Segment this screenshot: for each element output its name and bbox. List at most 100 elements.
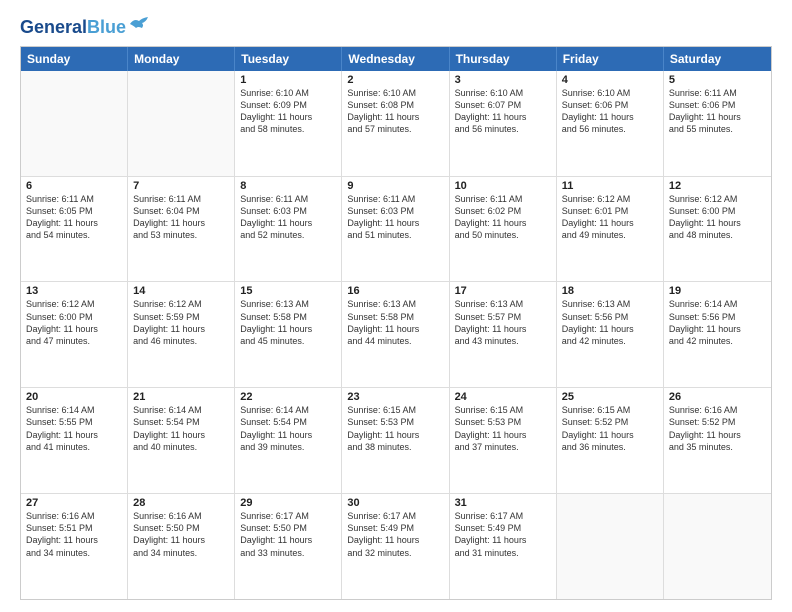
- cell-content: Sunrise: 6:16 AMSunset: 5:50 PMDaylight:…: [133, 510, 229, 559]
- day-number: 25: [562, 391, 658, 403]
- calendar: SundayMondayTuesdayWednesdayThursdayFrid…: [20, 46, 772, 600]
- cell-content: Sunrise: 6:15 AMSunset: 5:53 PMDaylight:…: [455, 404, 551, 453]
- day-number: 29: [240, 497, 336, 509]
- calendar-cell: 19Sunrise: 6:14 AMSunset: 5:56 PMDayligh…: [664, 282, 771, 387]
- calendar-cell: 29Sunrise: 6:17 AMSunset: 5:50 PMDayligh…: [235, 494, 342, 599]
- calendar-cell: 23Sunrise: 6:15 AMSunset: 5:53 PMDayligh…: [342, 388, 449, 493]
- calendar-cell: 11Sunrise: 6:12 AMSunset: 6:01 PMDayligh…: [557, 177, 664, 282]
- day-number: 7: [133, 180, 229, 192]
- page: GeneralBlue SundayMondayTuesdayWednesday…: [0, 0, 792, 612]
- day-number: 12: [669, 180, 766, 192]
- logo-bird-icon: [128, 16, 150, 32]
- calendar-cell: [664, 494, 771, 599]
- cell-content: Sunrise: 6:10 AMSunset: 6:09 PMDaylight:…: [240, 87, 336, 136]
- header-day-sunday: Sunday: [21, 47, 128, 71]
- cell-content: Sunrise: 6:15 AMSunset: 5:52 PMDaylight:…: [562, 404, 658, 453]
- day-number: 1: [240, 74, 336, 86]
- cell-content: Sunrise: 6:11 AMSunset: 6:05 PMDaylight:…: [26, 193, 122, 242]
- calendar-cell: 13Sunrise: 6:12 AMSunset: 6:00 PMDayligh…: [21, 282, 128, 387]
- day-number: 19: [669, 285, 766, 297]
- cell-content: Sunrise: 6:12 AMSunset: 5:59 PMDaylight:…: [133, 298, 229, 347]
- calendar-cell: 25Sunrise: 6:15 AMSunset: 5:52 PMDayligh…: [557, 388, 664, 493]
- calendar-row-3: 13Sunrise: 6:12 AMSunset: 6:00 PMDayligh…: [21, 282, 771, 388]
- calendar-cell: 5Sunrise: 6:11 AMSunset: 6:06 PMDaylight…: [664, 71, 771, 176]
- day-number: 18: [562, 285, 658, 297]
- calendar-cell: 16Sunrise: 6:13 AMSunset: 5:58 PMDayligh…: [342, 282, 449, 387]
- calendar-cell: 10Sunrise: 6:11 AMSunset: 6:02 PMDayligh…: [450, 177, 557, 282]
- calendar-cell: [21, 71, 128, 176]
- day-number: 23: [347, 391, 443, 403]
- day-number: 17: [455, 285, 551, 297]
- calendar-cell: 27Sunrise: 6:16 AMSunset: 5:51 PMDayligh…: [21, 494, 128, 599]
- calendar-row-4: 20Sunrise: 6:14 AMSunset: 5:55 PMDayligh…: [21, 388, 771, 494]
- day-number: 13: [26, 285, 122, 297]
- calendar-cell: 18Sunrise: 6:13 AMSunset: 5:56 PMDayligh…: [557, 282, 664, 387]
- cell-content: Sunrise: 6:15 AMSunset: 5:53 PMDaylight:…: [347, 404, 443, 453]
- header-day-saturday: Saturday: [664, 47, 771, 71]
- header-day-wednesday: Wednesday: [342, 47, 449, 71]
- calendar-cell: 14Sunrise: 6:12 AMSunset: 5:59 PMDayligh…: [128, 282, 235, 387]
- day-number: 6: [26, 180, 122, 192]
- cell-content: Sunrise: 6:11 AMSunset: 6:03 PMDaylight:…: [240, 193, 336, 242]
- logo-text: GeneralBlue: [20, 18, 126, 38]
- cell-content: Sunrise: 6:12 AMSunset: 6:01 PMDaylight:…: [562, 193, 658, 242]
- calendar-body: 1Sunrise: 6:10 AMSunset: 6:09 PMDaylight…: [21, 71, 771, 599]
- cell-content: Sunrise: 6:16 AMSunset: 5:51 PMDaylight:…: [26, 510, 122, 559]
- calendar-cell: 24Sunrise: 6:15 AMSunset: 5:53 PMDayligh…: [450, 388, 557, 493]
- calendar-cell: 9Sunrise: 6:11 AMSunset: 6:03 PMDaylight…: [342, 177, 449, 282]
- calendar-cell: 1Sunrise: 6:10 AMSunset: 6:09 PMDaylight…: [235, 71, 342, 176]
- calendar-cell: 21Sunrise: 6:14 AMSunset: 5:54 PMDayligh…: [128, 388, 235, 493]
- cell-content: Sunrise: 6:17 AMSunset: 5:49 PMDaylight:…: [455, 510, 551, 559]
- day-number: 14: [133, 285, 229, 297]
- header-day-monday: Monday: [128, 47, 235, 71]
- header: GeneralBlue: [20, 18, 772, 38]
- calendar-cell: [128, 71, 235, 176]
- cell-content: Sunrise: 6:17 AMSunset: 5:49 PMDaylight:…: [347, 510, 443, 559]
- header-day-friday: Friday: [557, 47, 664, 71]
- cell-content: Sunrise: 6:13 AMSunset: 5:56 PMDaylight:…: [562, 298, 658, 347]
- cell-content: Sunrise: 6:14 AMSunset: 5:56 PMDaylight:…: [669, 298, 766, 347]
- day-number: 30: [347, 497, 443, 509]
- calendar-cell: 28Sunrise: 6:16 AMSunset: 5:50 PMDayligh…: [128, 494, 235, 599]
- day-number: 21: [133, 391, 229, 403]
- calendar-cell: 26Sunrise: 6:16 AMSunset: 5:52 PMDayligh…: [664, 388, 771, 493]
- day-number: 31: [455, 497, 551, 509]
- day-number: 28: [133, 497, 229, 509]
- cell-content: Sunrise: 6:10 AMSunset: 6:07 PMDaylight:…: [455, 87, 551, 136]
- day-number: 24: [455, 391, 551, 403]
- day-number: 9: [347, 180, 443, 192]
- day-number: 26: [669, 391, 766, 403]
- cell-content: Sunrise: 6:13 AMSunset: 5:58 PMDaylight:…: [347, 298, 443, 347]
- cell-content: Sunrise: 6:17 AMSunset: 5:50 PMDaylight:…: [240, 510, 336, 559]
- calendar-cell: [557, 494, 664, 599]
- cell-content: Sunrise: 6:11 AMSunset: 6:04 PMDaylight:…: [133, 193, 229, 242]
- day-number: 27: [26, 497, 122, 509]
- cell-content: Sunrise: 6:14 AMSunset: 5:55 PMDaylight:…: [26, 404, 122, 453]
- calendar-cell: 15Sunrise: 6:13 AMSunset: 5:58 PMDayligh…: [235, 282, 342, 387]
- cell-content: Sunrise: 6:14 AMSunset: 5:54 PMDaylight:…: [133, 404, 229, 453]
- cell-content: Sunrise: 6:16 AMSunset: 5:52 PMDaylight:…: [669, 404, 766, 453]
- calendar-cell: 17Sunrise: 6:13 AMSunset: 5:57 PMDayligh…: [450, 282, 557, 387]
- calendar-cell: 30Sunrise: 6:17 AMSunset: 5:49 PMDayligh…: [342, 494, 449, 599]
- cell-content: Sunrise: 6:13 AMSunset: 5:57 PMDaylight:…: [455, 298, 551, 347]
- calendar-cell: 20Sunrise: 6:14 AMSunset: 5:55 PMDayligh…: [21, 388, 128, 493]
- calendar-cell: 2Sunrise: 6:10 AMSunset: 6:08 PMDaylight…: [342, 71, 449, 176]
- cell-content: Sunrise: 6:12 AMSunset: 6:00 PMDaylight:…: [26, 298, 122, 347]
- calendar-cell: 8Sunrise: 6:11 AMSunset: 6:03 PMDaylight…: [235, 177, 342, 282]
- day-number: 16: [347, 285, 443, 297]
- calendar-cell: 31Sunrise: 6:17 AMSunset: 5:49 PMDayligh…: [450, 494, 557, 599]
- cell-content: Sunrise: 6:12 AMSunset: 6:00 PMDaylight:…: [669, 193, 766, 242]
- cell-content: Sunrise: 6:10 AMSunset: 6:06 PMDaylight:…: [562, 87, 658, 136]
- calendar-cell: 4Sunrise: 6:10 AMSunset: 6:06 PMDaylight…: [557, 71, 664, 176]
- calendar-row-1: 1Sunrise: 6:10 AMSunset: 6:09 PMDaylight…: [21, 71, 771, 177]
- calendar-cell: 7Sunrise: 6:11 AMSunset: 6:04 PMDaylight…: [128, 177, 235, 282]
- day-number: 8: [240, 180, 336, 192]
- calendar-row-5: 27Sunrise: 6:16 AMSunset: 5:51 PMDayligh…: [21, 494, 771, 599]
- calendar-header: SundayMondayTuesdayWednesdayThursdayFrid…: [21, 47, 771, 71]
- cell-content: Sunrise: 6:13 AMSunset: 5:58 PMDaylight:…: [240, 298, 336, 347]
- day-number: 4: [562, 74, 658, 86]
- day-number: 2: [347, 74, 443, 86]
- day-number: 15: [240, 285, 336, 297]
- cell-content: Sunrise: 6:11 AMSunset: 6:02 PMDaylight:…: [455, 193, 551, 242]
- calendar-cell: 3Sunrise: 6:10 AMSunset: 6:07 PMDaylight…: [450, 71, 557, 176]
